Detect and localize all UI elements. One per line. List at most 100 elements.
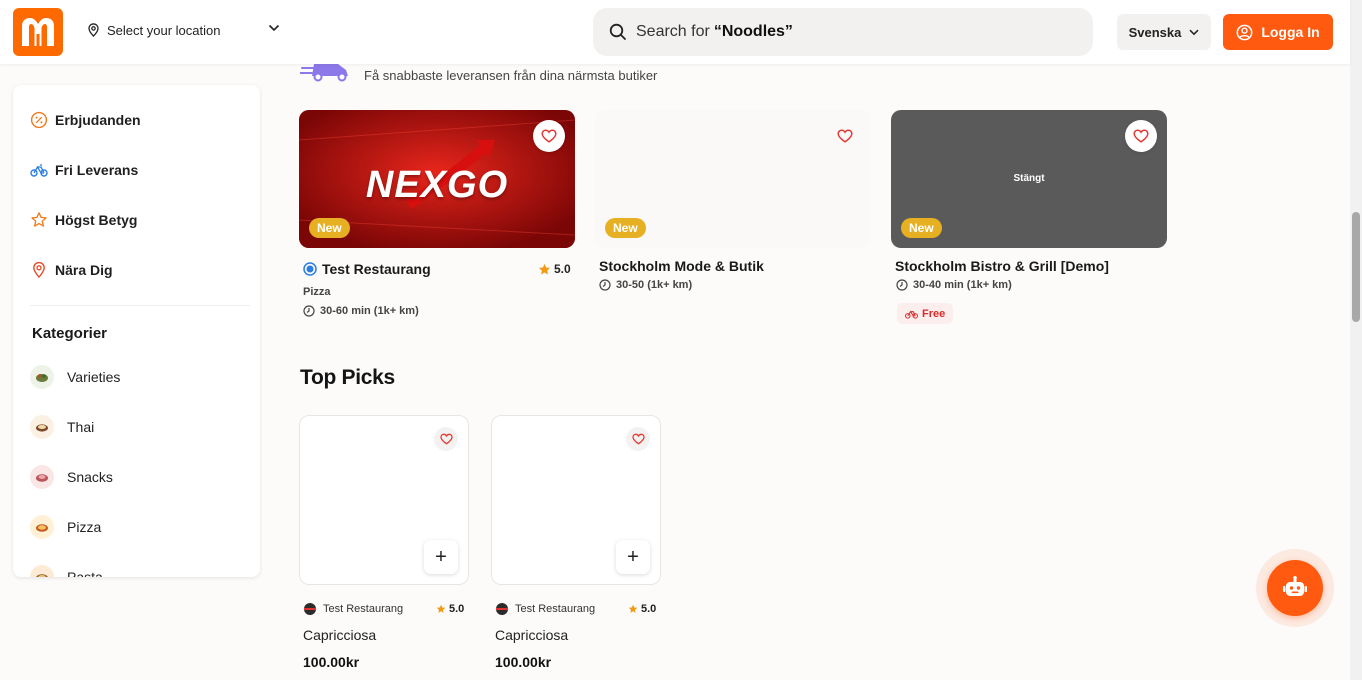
product-name[interactable]: Capricciosa [303,627,376,643]
restaurant-rating: 5.0 [538,262,571,276]
free-delivery-badge: Free [897,303,954,324]
restaurant-logo-text: NEXGO [365,164,509,206]
search-placeholder-term: “Noodles” [713,23,793,40]
restaurant-card-test-restaurang[interactable]: NEXGO New [299,110,575,248]
product-restaurant: Test Restaurang [304,603,403,615]
brand-logo[interactable] [13,8,63,56]
delivery-time: 30-40 min (1k+ km) [896,279,1012,291]
plus-icon: + [435,545,447,568]
restaurant-name[interactable]: Stockholm Bistro & Grill [Demo] [895,258,1109,274]
star-filled-icon [436,604,446,613]
bicycle-icon [30,164,48,177]
thai-food-icon [30,415,54,439]
pasta-icon [30,565,54,577]
language-selector[interactable]: Svenska [1117,14,1211,50]
heart-icon [631,433,645,445]
robot-icon [1283,576,1307,596]
category-label: Thai [67,419,95,435]
restaurant-name[interactable]: Stockholm Mode & Butik [599,258,764,274]
category-label: Pizza [67,519,102,535]
rating-value: 5.0 [554,262,571,276]
chatbot-button[interactable] [1267,560,1323,616]
clock-icon [599,279,611,291]
login-button[interactable]: Logga In [1223,14,1333,50]
delivery-banner-text: Få snabbaste leveransen från dina närmst… [364,68,658,83]
language-label: Svenska [1128,24,1182,40]
product-card[interactable]: + [491,415,661,585]
category-item-thai[interactable]: Thai [30,415,94,439]
search-placeholder-prefix: Search for [636,23,710,40]
delivery-time-label: 30-60 min (1k+ km) [320,305,419,317]
clock-icon [303,305,315,317]
discount-icon [30,111,48,129]
restaurant-name[interactable]: Test Restaurang [303,261,431,277]
category-label: Snacks [67,469,113,485]
search-bar[interactable]: Search for “Noodles” [593,8,1093,56]
category-label: Pasta [67,569,103,577]
heart-icon [439,433,453,445]
restaurant-card-stockholm-bistro[interactable]: Stängt New [891,110,1167,248]
sidebar-item-erbjudanden[interactable]: Erbjudanden [30,111,141,129]
favorite-button[interactable] [434,427,458,451]
category-item-pasta[interactable]: Pasta [30,565,103,577]
category-item-snacks[interactable]: Snacks [30,465,113,489]
favorite-button[interactable] [626,427,650,451]
category-item-pizza[interactable]: Pizza [30,515,101,539]
sidebar-item-nara-dig[interactable]: Nära Dig [30,261,113,279]
product-restaurant: Test Restaurang [496,603,595,615]
category-item-varieties[interactable]: Varieties [30,365,120,389]
star-filled-icon [628,604,638,613]
page-scrollbar[interactable] [1350,0,1362,680]
varieties-icon [30,365,54,389]
restaurant-card-stockholm-mode[interactable]: New [595,110,871,248]
location-label: Select your location [107,22,221,38]
top-picks-title: Top Picks [300,366,395,389]
heart-icon [1133,129,1149,143]
bicycle-icon [905,310,918,319]
star-filled-icon [538,263,551,275]
star-icon [31,212,47,227]
search-icon [609,23,626,40]
sidebar-item-label: Erbjudanden [55,112,141,128]
location-pin-icon [88,23,99,38]
sidebar-divider [30,305,250,306]
chevron-down-icon [268,24,280,32]
verified-icon [303,262,317,276]
plus-icon: + [627,545,639,568]
delivery-time-label: 30-50 (1k+ km) [616,279,693,291]
new-badge: New [605,218,646,238]
heart-icon [541,129,557,143]
product-rating: 5.0 [628,603,656,615]
favorite-button[interactable] [1125,120,1157,152]
add-to-cart-button[interactable]: + [424,540,458,574]
delivery-time-label: 30-40 min (1k+ km) [913,279,1012,291]
snacks-icon [30,465,54,489]
restaurant-avatar [304,603,316,615]
product-name[interactable]: Capricciosa [495,627,568,643]
sidebar: Erbjudanden Fri Leverans Högst Betyg När… [13,85,260,577]
sidebar-item-label: Nära Dig [55,262,113,278]
categories-title: Kategorier [32,325,108,342]
sidebar-item-hogst-betyg[interactable]: Högst Betyg [30,211,137,229]
product-restaurant-name: Test Restaurang [323,603,404,615]
sidebar-item-fri-leverans[interactable]: Fri Leverans [30,161,138,179]
delivery-time: 30-60 min (1k+ km) [303,305,419,317]
clock-icon [896,279,908,291]
sidebar-item-label: Högst Betyg [55,212,138,228]
location-pin-icon [33,261,45,279]
favorite-button[interactable] [533,120,565,152]
restaurant-category: Pizza [303,286,331,298]
product-card[interactable]: + [299,415,469,585]
new-badge: New [309,218,350,238]
sidebar-item-label: Fri Leverans [55,162,139,178]
add-to-cart-button[interactable]: + [616,540,650,574]
rating-value: 5.0 [641,603,657,615]
location-selector[interactable]: Select your location [86,22,280,38]
scrollbar-thumb[interactable] [1352,212,1360,322]
heart-icon[interactable] [837,129,853,143]
product-price: 100.00kr [303,654,360,670]
product-rating: 5.0 [436,603,464,615]
top-header: Select your location Search for “Noodles… [0,0,1350,64]
closed-status: Stängt [1013,173,1045,184]
chevron-down-icon [1189,29,1199,35]
